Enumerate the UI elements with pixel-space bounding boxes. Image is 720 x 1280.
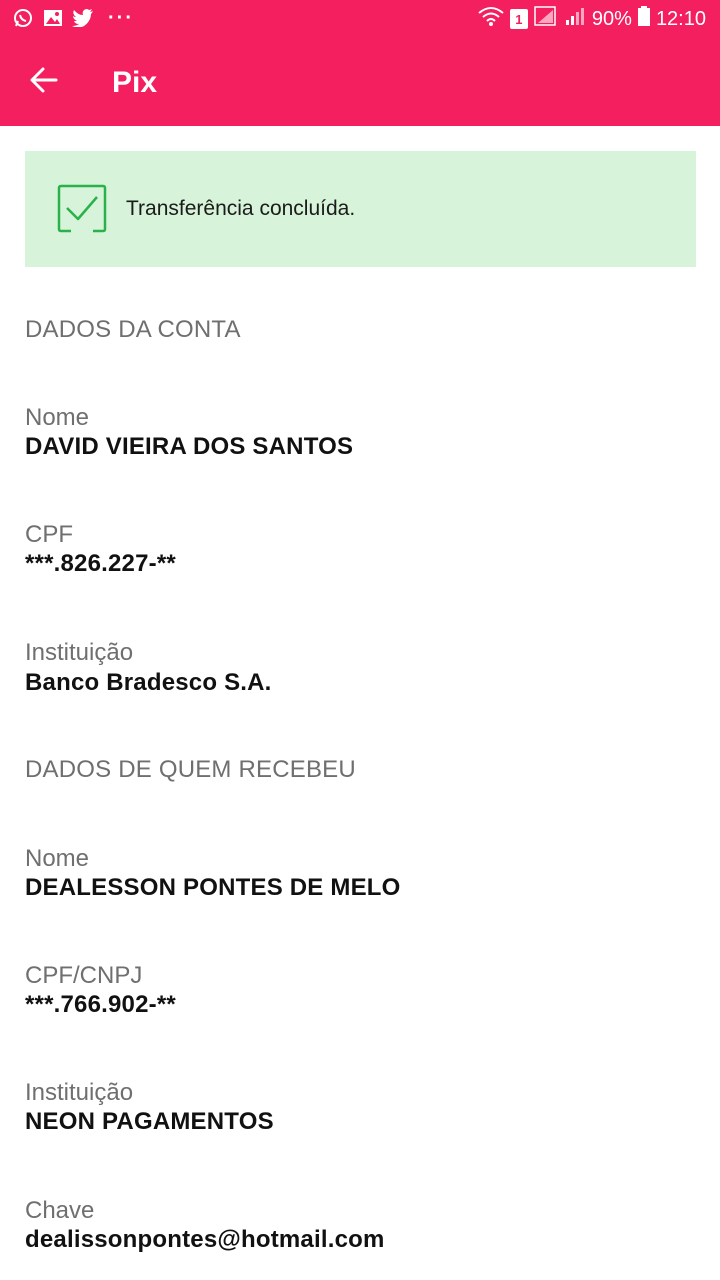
page-title: Pix (112, 66, 158, 99)
status-bar: ··· 1 90% 12:10 (0, 0, 720, 38)
account-cpf-label: CPF (25, 521, 73, 548)
receiver-institution-value: NEON PAGAMENTOS (25, 1108, 274, 1135)
account-name-label: Nome (25, 404, 90, 431)
receiver-name-value: DEALESSON PONTES DE MELO (25, 874, 401, 901)
check-box-icon (57, 184, 107, 234)
wifi-icon (478, 6, 504, 32)
section-title-account: DADOS DA CONTA (25, 316, 241, 343)
clock: 12:10 (655, 7, 706, 30)
sim-badge: 1 (509, 9, 528, 29)
battery-icon (637, 6, 650, 32)
success-banner: Transferência concluída. (25, 151, 696, 267)
receiver-key-value: dealissonpontes@hotmail.com (25, 1226, 385, 1253)
arrow-left-icon (30, 67, 58, 98)
success-message: Transferência concluída. (126, 197, 356, 220)
receiver-name-label: Nome (25, 845, 90, 872)
section-title-receiver: DADOS DE QUEM RECEBEU (25, 756, 356, 783)
back-button[interactable] (22, 60, 66, 104)
battery-percent: 90% (591, 7, 632, 30)
receiver-doc-value: ***.766.902-** (25, 991, 176, 1018)
account-name-value: DAVID VIEIRA DOS SANTOS (25, 433, 354, 460)
receiver-key-label: Chave (25, 1197, 95, 1224)
more-notifications: ··· (108, 7, 134, 29)
gallery-icon (42, 7, 64, 29)
app-bar: ··· 1 90% 12:10 Pix (0, 0, 720, 126)
receiver-institution-label: Instituição (25, 1079, 134, 1106)
receiver-doc-label: CPF/CNPJ (25, 962, 143, 989)
account-institution-label: Instituição (25, 639, 134, 666)
twitter-icon (72, 7, 94, 29)
notification-icons: ··· (12, 7, 134, 29)
account-cpf-value: ***.826.227-** (25, 550, 176, 577)
signal-icon (534, 6, 558, 32)
signal-icon-2 (564, 6, 586, 32)
system-icons: 1 90% 12:10 (478, 6, 706, 32)
whatsapp-icon (12, 7, 34, 29)
account-institution-value: Banco Bradesco S.A. (25, 669, 272, 696)
